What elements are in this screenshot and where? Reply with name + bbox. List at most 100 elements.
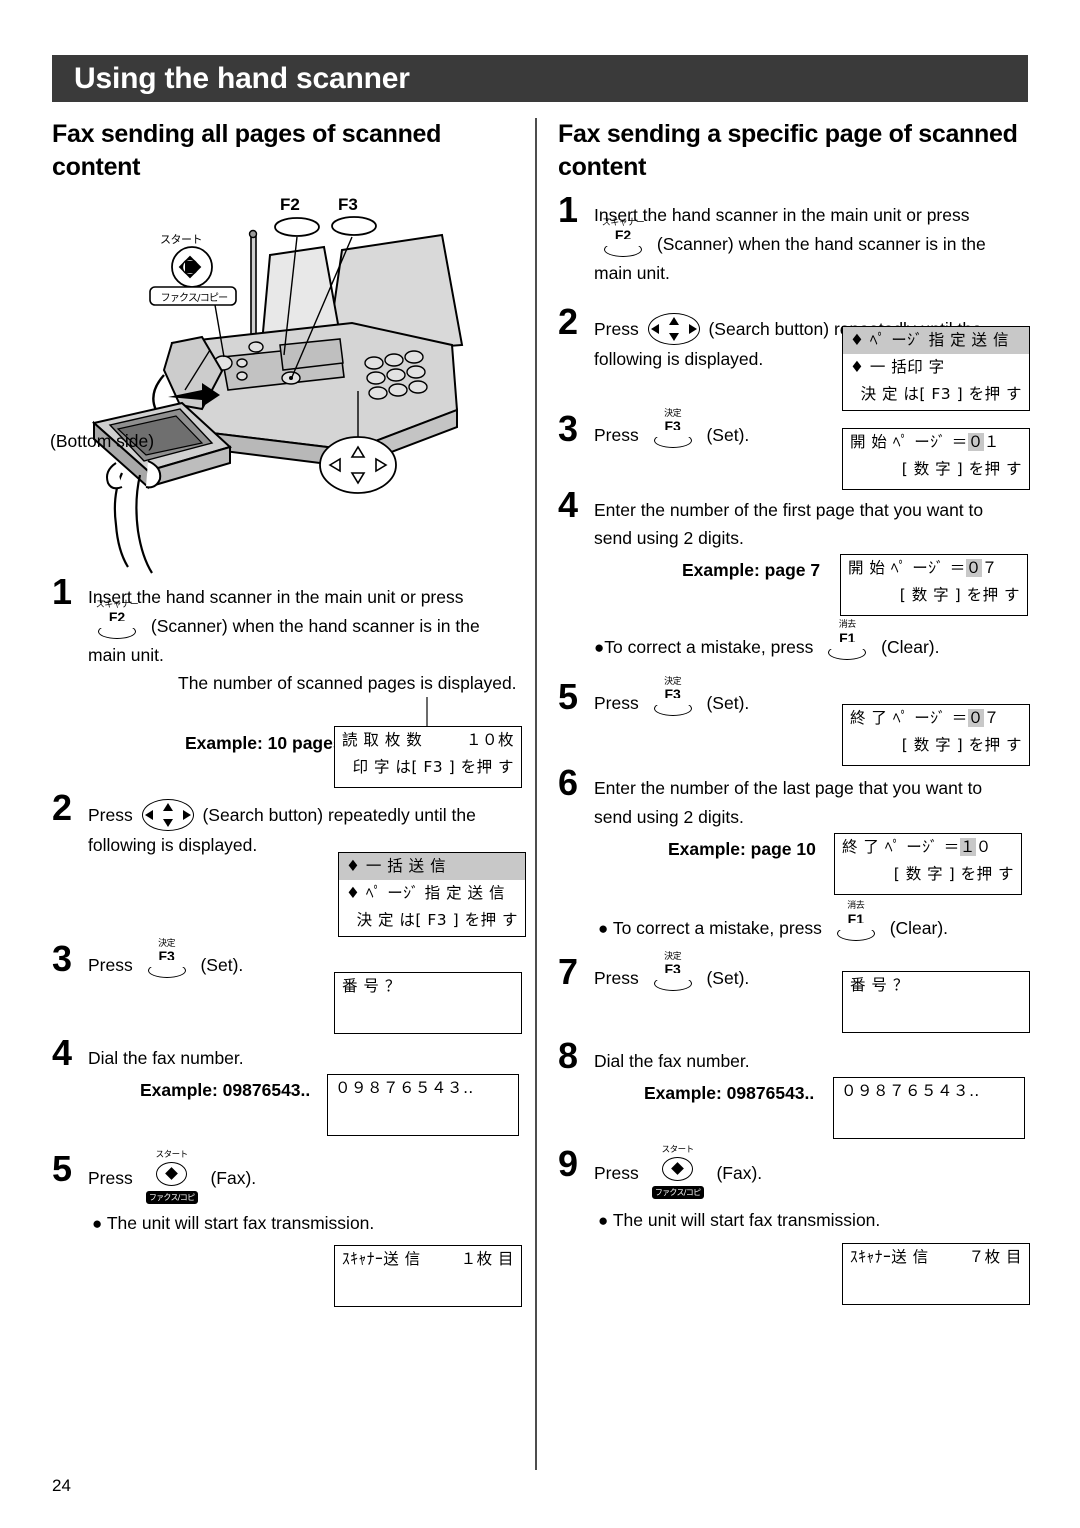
page-title: Using the hand scanner: [74, 61, 410, 95]
lcd-line1-left: 読 取 枚 数: [342, 731, 423, 750]
lcd-transmission-status: ｽｷｬﾅｰ送 信 １枚 目: [334, 1245, 522, 1308]
step-number: 8: [558, 1034, 579, 1076]
chevron-left-icon: [144, 810, 153, 821]
lcd-line1: 終 了 ﾍﾟ ーｼﾞ ＝１０: [835, 834, 1021, 861]
start-button-jp-label: スタート: [661, 1145, 695, 1156]
step-text: Enter the number of the first page that …: [594, 499, 984, 520]
lcd-menu-item-selected[interactable]: ♦ 一 括 送 信: [339, 852, 525, 880]
step-text-b: (Search button) repeatedly until the: [202, 805, 476, 826]
lcd-start-page-entered: 開 始 ﾍﾟ ーｼﾞ ＝０７ [ 数 字 ] を押 す: [840, 554, 1028, 617]
left-step-2-lcd-block: ♦ 一 括 送 信 ♦ ﾍﾟ ーｼﾞ 指 定 送 信 決 定 は[ F3 ] を…: [52, 834, 526, 937]
start-fax-button[interactable]: スタート ファクス/コピー: [651, 1145, 704, 1209]
lcd-line1: 終 了 ﾍﾟ ーｼﾞ ＝０７: [843, 705, 1029, 732]
lcd-line2-blank: [335, 1273, 521, 1300]
lcd-line2: [ 数 字 ] を押 す: [893, 864, 1014, 883]
lcd-prefix: 終 了 ﾍﾟ ーｼﾞ ＝: [850, 709, 968, 728]
lcd-line2-blank: [328, 1102, 518, 1129]
step-number: 1: [52, 570, 73, 612]
right-step-4-bullet: ●To correct a mistake, press 消去 F1 (Clea…: [594, 620, 1030, 662]
lcd-line2-blank: [843, 1271, 1029, 1298]
f1-clear-button[interactable]: 消去 F1: [824, 620, 870, 662]
right-step-4-lcd-block: Example: page 7 開 始 ﾍﾟ ーｼﾞ ＝０７ [ 数 字 ] を…: [558, 554, 1030, 632]
lcd-line: 読 取 枚 数 １０枚: [335, 727, 521, 754]
right-step-6-bullet: ● To correct a mistake, press 消去 F1 (Cle…: [598, 901, 1030, 943]
lcd-line1: 番 号 ？: [850, 975, 909, 994]
right-step-6: 6 Enter the number of the last page that…: [558, 765, 1030, 831]
example-label: Example: page 10: [668, 838, 816, 859]
lcd-cursor-digit: ０: [965, 559, 982, 578]
lcd-dial-number: ０９８７６５４３‥: [833, 1077, 1025, 1140]
button-oval-shape: [827, 642, 868, 661]
chevron-up-icon: [162, 803, 173, 812]
faxcopy-tag-label: ファクス/コピー: [651, 1186, 704, 1209]
scanned-pages-callout: The number of scanned pages is displayed…: [178, 673, 517, 694]
step-text-b: send using 2 digits.: [594, 806, 744, 827]
lcd-menu-hint: 決 定 は[ F3 ] を押 す: [356, 910, 518, 929]
lcd-dial-number: ０９８７６５４３‥: [327, 1073, 519, 1136]
left-step-4-lcd-block: Example: 09876543.. ０９８７６５４３‥: [52, 1073, 522, 1166]
lcd-line1: 開 始 ﾍﾟ ーｼﾞ ＝０７: [841, 555, 1027, 582]
search-navigation-button[interactable]: [141, 799, 194, 832]
step-number: 4: [52, 1031, 73, 1073]
left-step-5-bullet: ● The unit will start fax transmission.: [92, 1210, 522, 1237]
left-step-5: 5 Press スタート ファクス/コピー (Fax).: [52, 1150, 522, 1214]
right-step-7-lcd-block: 番 号 ？: [558, 970, 1030, 1033]
lcd-end-page-entered: 終 了 ﾍﾟ ーｼﾞ ＝１０ [ 数 字 ] を押 す: [834, 832, 1022, 895]
lcd-line1-left: ｽｷｬﾅｰ送 信: [850, 1247, 929, 1266]
illustration-label-f3: F3: [338, 194, 358, 214]
lcd-line2: 印 字 は[ F3 ] を押 す: [352, 758, 514, 777]
lcd-line2: [ 数 字 ] を押 す: [901, 736, 1022, 755]
step-text-b: (Scanner) when the hand scanner is in th…: [150, 615, 480, 636]
step-number: 4: [558, 483, 579, 525]
lcd-scanned-pages: 読 取 枚 数 １０枚 印 字 は[ F3 ] を押 す: [334, 726, 522, 789]
step-text-b: (Scanner) when the hand scanner is in th…: [656, 233, 986, 254]
lcd-suffix: ７: [983, 709, 1000, 728]
step-text: Dial the fax number.: [594, 1050, 750, 1071]
faxcopy-tag-label: ファクス/コピー: [145, 1190, 198, 1214]
lcd-line2-blank: [843, 999, 1029, 1026]
f2-scanner-button[interactable]: スキャナー F2: [600, 218, 646, 259]
step-text-c: main unit.: [88, 644, 164, 665]
start-button-jp-label: スタート: [155, 1149, 189, 1160]
callout-leader-line: [426, 697, 428, 728]
chevron-right-icon: [182, 810, 191, 821]
step-text-c: main unit.: [594, 262, 670, 283]
step-text: Enter the number of the last page that y…: [594, 778, 983, 799]
lcd-end-page-default: 終 了 ﾍﾟ ーｼﾞ ＝０７ [ 数 字 ] を押 す: [842, 704, 1030, 767]
lcd-suffix: １: [983, 432, 1000, 451]
lcd-line2: [ 数 字 ] を押 す: [899, 586, 1020, 605]
f2-scanner-button[interactable]: スキャナー F2: [94, 600, 140, 641]
f1-clear-button[interactable]: 消去 F1: [833, 901, 879, 943]
lcd-menu-item[interactable]: ♦ ﾍﾟ ーｼﾞ 指 定 送 信: [339, 880, 525, 907]
lcd-line1: ｽｷｬﾅｰ送 信 １枚 目: [335, 1246, 521, 1273]
step-number: 6: [558, 762, 579, 804]
bullet-dot: ●: [92, 1213, 103, 1233]
chevron-up-icon: [668, 317, 679, 326]
lcd-enter-number: 番 号 ？: [842, 970, 1030, 1033]
left-step-1: 1 Insert the hand scanner in the main un…: [52, 573, 522, 670]
step-text: Dial the fax number.: [88, 1047, 244, 1068]
lcd-cursor-digit: ０: [967, 709, 984, 728]
lcd-menu-hint: 決 定 は[ F3 ] を押 す: [860, 384, 1022, 403]
left-section-title: Fax sending all pages of scanned content: [52, 120, 442, 182]
right-step-8: 8 Dial the fax number.: [558, 1037, 1030, 1075]
step-text: Insert the hand scanner in the main unit…: [88, 586, 464, 607]
step-number: 5: [52, 1147, 73, 1189]
lcd-start-page-default: 開 始 ﾍﾟ ーｼﾞ ＝０１ [ 数 字 ] を押 す: [842, 427, 1030, 490]
lcd-menu-item[interactable]: ♦ 一 括印 字: [843, 354, 1029, 381]
lcd-line1-right: １０枚: [465, 731, 514, 750]
illustration-label-faxcopy-jp: ファクス/コピー: [160, 292, 228, 304]
left-step-1-callout-block: The number of scanned pages is displayed…: [52, 673, 522, 799]
lcd-transmission-status: ｽｷｬﾅｰ送 信 ７枚 目: [842, 1242, 1030, 1305]
page-number: 24: [52, 1476, 71, 1495]
right-step-5-lcd-block: 終 了 ﾍﾟ ーｼﾞ ＝０７ [ 数 字 ] を押 す: [558, 698, 1030, 768]
lcd-menu-item-selected[interactable]: ♦ ﾍﾟ ーｼﾞ 指 定 送 信: [843, 326, 1029, 354]
button-oval-shape: [97, 620, 137, 639]
example-label: Example: 10 pages: [185, 733, 343, 754]
bullet-text: The unit will start fax transmission.: [612, 1210, 881, 1231]
bullet-text-post: (Clear).: [889, 917, 949, 938]
bullet-dot: ●: [598, 1211, 609, 1231]
start-fax-button[interactable]: スタート ファクス/コピー: [145, 1150, 198, 1214]
lcd-line1: 番 号 ？: [342, 976, 401, 995]
step-text: Insert the hand scanner in the main unit…: [594, 204, 970, 225]
